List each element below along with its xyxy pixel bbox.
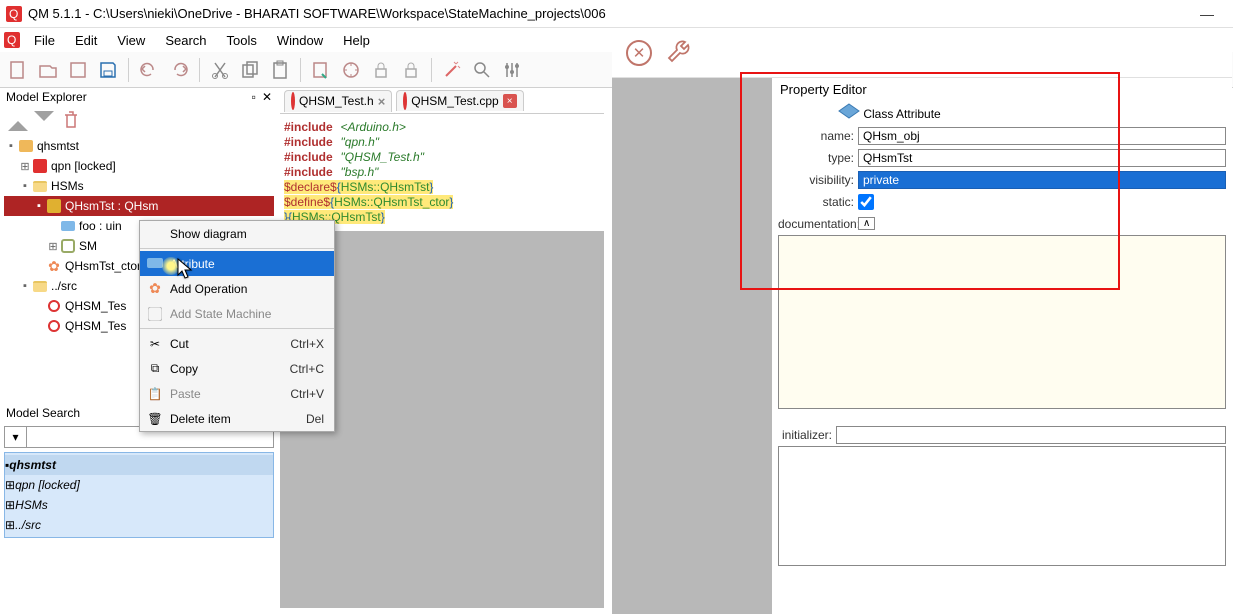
tree-hsms[interactable]: HSMs bbox=[51, 179, 84, 193]
documentation-label: documentation: bbox=[778, 217, 858, 231]
tab-header[interactable]: QHSM_Test.h× bbox=[284, 90, 392, 112]
statemachine-icon bbox=[146, 305, 164, 323]
copy-icon[interactable] bbox=[236, 56, 264, 84]
generate-icon[interactable] bbox=[307, 56, 335, 84]
model-explorer-header: Model Explorer ▫ ✕ bbox=[4, 88, 274, 106]
initializer-label: initializer: bbox=[778, 428, 836, 442]
model-search-title: Model Search bbox=[6, 406, 80, 420]
panel-float-icon[interactable]: ▫ bbox=[252, 90, 256, 104]
menu-help[interactable]: Help bbox=[335, 31, 378, 50]
menu-window[interactable]: Window bbox=[269, 31, 331, 50]
visibility-label: visibility: bbox=[778, 173, 858, 187]
trash-icon: 🗑 bbox=[146, 410, 164, 428]
paste-icon: 📋 bbox=[146, 385, 164, 403]
scissors-icon: ✂ bbox=[146, 335, 164, 353]
close-circle-icon[interactable]: ✕ bbox=[626, 40, 652, 66]
tree-foo[interactable]: foo : uin bbox=[79, 219, 122, 233]
class-attribute-label: Class Attribute bbox=[863, 107, 940, 121]
name-label: name: bbox=[778, 129, 858, 143]
static-checkbox[interactable] bbox=[858, 194, 874, 210]
trash-icon[interactable] bbox=[60, 109, 82, 134]
operation-icon: ✿ bbox=[146, 280, 164, 298]
titlebar: Q QM 5.1.1 - C:\Users\nieki\OneDrive - B… bbox=[0, 0, 1233, 28]
window-title: QM 5.1.1 - C:\Users\nieki\OneDrive - BHA… bbox=[28, 6, 1187, 21]
open-icon[interactable] bbox=[34, 56, 62, 84]
zoom-icon[interactable] bbox=[468, 56, 496, 84]
initializer-field[interactable] bbox=[836, 426, 1226, 444]
tree-ctor[interactable]: QHsmTst_ctor bbox=[65, 259, 141, 273]
menu-tools[interactable]: Tools bbox=[219, 31, 265, 50]
expand-icon[interactable]: ∧ bbox=[858, 217, 875, 230]
initializer-textarea[interactable] bbox=[778, 446, 1226, 566]
copy-icon: ⧉ bbox=[146, 360, 164, 378]
type-label: type: bbox=[778, 151, 858, 165]
ctx-show-diagram[interactable]: Show diagram bbox=[140, 221, 334, 246]
tree-testcpp[interactable]: QHSM_Tes bbox=[65, 319, 126, 333]
ctx-copy[interactable]: ⧉CopyCtrl+C bbox=[140, 356, 334, 381]
documentation-textarea[interactable] bbox=[778, 235, 1226, 409]
right-toolbar: ✕ bbox=[612, 28, 1232, 78]
app-icon: Q bbox=[6, 6, 22, 22]
tree-src[interactable]: ../src bbox=[51, 279, 77, 293]
property-editor: Property Editor Class Attribute name: ty… bbox=[772, 78, 1232, 571]
tree-sm[interactable]: SM bbox=[79, 239, 97, 253]
tree-qpn[interactable]: qpn [locked] bbox=[51, 159, 116, 173]
menu-view[interactable]: View bbox=[109, 31, 153, 50]
build-icon[interactable] bbox=[337, 56, 365, 84]
redo-icon[interactable] bbox=[165, 56, 193, 84]
chevron-down-icon[interactable]: ▾ bbox=[5, 427, 27, 447]
close-icon[interactable]: × bbox=[503, 94, 517, 108]
search-results-tree[interactable]: ▪qhsmtst ⊞qpn [locked] ⊞HSMs ⊞../src bbox=[4, 452, 274, 538]
wrench-icon[interactable] bbox=[666, 38, 692, 67]
gear-icon: ✿ bbox=[46, 258, 62, 274]
code-view[interactable]: #include <Arduino.h> #include "qpn.h" #i… bbox=[280, 114, 604, 231]
tree-root[interactable]: qhsmtst bbox=[37, 139, 79, 153]
menu-edit[interactable]: Edit bbox=[67, 31, 105, 50]
undo-icon[interactable] bbox=[135, 56, 163, 84]
svg-text:Q: Q bbox=[9, 7, 18, 21]
paste-icon[interactable] bbox=[266, 56, 294, 84]
model-explorer-title: Model Explorer bbox=[6, 90, 87, 104]
context-menu: Show diagram Attribute ✿Add Operation Ad… bbox=[139, 220, 335, 432]
tab-source[interactable]: QHSM_Test.cpp× bbox=[396, 90, 523, 111]
explorer-toolbar bbox=[4, 106, 274, 136]
new-icon[interactable] bbox=[4, 56, 32, 84]
name-field[interactable] bbox=[858, 127, 1226, 145]
menu-search[interactable]: Search bbox=[157, 31, 214, 50]
ctx-paste: 📋PasteCtrl+V bbox=[140, 381, 334, 406]
property-editor-title: Property Editor bbox=[772, 78, 1232, 101]
menu-file[interactable]: File bbox=[26, 31, 63, 50]
ctx-cut[interactable]: ✂CutCtrl+X bbox=[140, 331, 334, 356]
up-icon[interactable] bbox=[8, 111, 28, 131]
wand-icon[interactable] bbox=[438, 56, 466, 84]
app-icon-small: Q bbox=[4, 32, 20, 48]
type-field[interactable] bbox=[858, 149, 1226, 167]
save-icon[interactable] bbox=[64, 56, 92, 84]
ctx-add-state-machine: Add State Machine bbox=[140, 301, 334, 326]
svg-text:Q: Q bbox=[7, 33, 16, 47]
class-attr-icon bbox=[838, 103, 860, 124]
lock1-icon[interactable] bbox=[367, 56, 395, 84]
save-disk-icon[interactable] bbox=[94, 56, 122, 84]
visibility-field[interactable] bbox=[858, 171, 1226, 189]
cut-icon[interactable] bbox=[206, 56, 234, 84]
panel-close-icon[interactable]: ✕ bbox=[262, 90, 272, 104]
tree-item-qhsmtst[interactable]: ▪QHsmTst : QHsm bbox=[4, 196, 274, 216]
static-label: static: bbox=[778, 195, 858, 209]
minimize-button[interactable]: — bbox=[1187, 6, 1227, 22]
lock2-icon[interactable] bbox=[397, 56, 425, 84]
down-icon[interactable] bbox=[34, 111, 54, 131]
tree-testh[interactable]: QHSM_Tes bbox=[65, 299, 126, 313]
ctx-delete[interactable]: 🗑Delete itemDel bbox=[140, 406, 334, 431]
close-icon[interactable]: × bbox=[378, 94, 386, 109]
ctx-add-operation[interactable]: ✿Add Operation bbox=[140, 276, 334, 301]
tree-class-label: QHsmTst : QHsm bbox=[65, 199, 158, 213]
sliders-icon[interactable] bbox=[498, 56, 526, 84]
